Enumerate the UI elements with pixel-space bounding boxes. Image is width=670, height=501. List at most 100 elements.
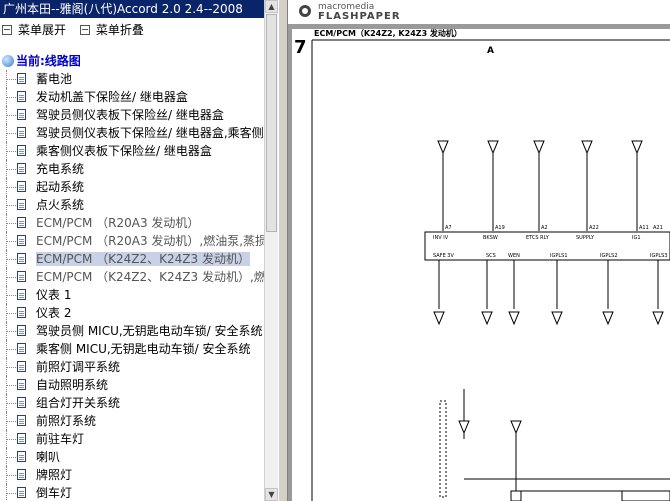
scroll-up-arrow[interactable]: ▲ bbox=[265, 0, 278, 13]
tree-item[interactable]: 前照灯系统 bbox=[0, 412, 264, 430]
tree-item-label: 起动系统 bbox=[36, 180, 85, 194]
tree-item-label: 点火系统 bbox=[36, 198, 85, 212]
tree-connector bbox=[6, 430, 17, 448]
tree-item[interactable]: 仪表 2 bbox=[0, 304, 264, 322]
document-icon bbox=[17, 343, 26, 354]
pin-label: A22 bbox=[589, 225, 599, 231]
tree-connector bbox=[6, 214, 17, 232]
document-icon bbox=[17, 271, 26, 282]
tree-connector bbox=[6, 358, 17, 376]
brand-large: FLASHPAPER bbox=[318, 11, 401, 22]
tree-connector bbox=[6, 484, 17, 501]
document-icon bbox=[17, 199, 26, 210]
tree-item[interactable]: 乘客侧 MICU,无钥匙电动车锁/ 安全系统 bbox=[0, 340, 264, 358]
tree-item[interactable]: 前照灯调平系统 bbox=[0, 358, 264, 376]
tree-item-label: ECM/PCM （R20A3 发动机）,燃油泵,蒸损 bbox=[36, 234, 268, 248]
document-icon bbox=[17, 325, 26, 336]
globe-icon bbox=[2, 55, 14, 67]
tree-connector bbox=[6, 160, 17, 178]
pin-label: A2 bbox=[541, 225, 548, 231]
pin-label: A11 bbox=[639, 225, 649, 231]
document-icon bbox=[17, 127, 26, 138]
tree-item[interactable]: 倒车灯 bbox=[0, 484, 264, 501]
document-icon bbox=[17, 109, 26, 120]
tree-item[interactable]: 充电系统 bbox=[0, 160, 264, 178]
document-icon bbox=[17, 415, 26, 426]
document-icon bbox=[17, 451, 26, 462]
tree-item[interactable]: 仪表 1 bbox=[0, 286, 264, 304]
tree-connector bbox=[6, 88, 17, 106]
connector-label: IGPLS2 bbox=[600, 253, 618, 259]
document-icon bbox=[17, 145, 26, 156]
document-icon bbox=[17, 253, 26, 264]
tree-item[interactable]: 牌照灯 bbox=[0, 466, 264, 484]
tree-item[interactable]: 起动系统 bbox=[0, 178, 264, 196]
tree-item[interactable]: 前驻车灯 bbox=[0, 430, 264, 448]
tree-item[interactable]: 驾驶员侧仪表板下保险丝/ 继电器盒,乘客侧 bbox=[0, 124, 264, 142]
tree-item-label: 仪表 1 bbox=[36, 288, 72, 302]
tree-item[interactable]: 驾驶员侧仪表板下保险丝/ 继电器盒 bbox=[0, 106, 264, 124]
connector-top-label: BKSW bbox=[483, 235, 498, 241]
splitter[interactable] bbox=[278, 0, 288, 501]
tree-connector bbox=[6, 196, 17, 214]
tree-item[interactable]: ECM/PCM （K24Z2、K24Z3 发动机）,燃 bbox=[0, 268, 266, 286]
tree-item-label: 驾驶员侧仪表板下保险丝/ 继电器盒,乘客侧 bbox=[36, 126, 264, 140]
tree-connector bbox=[6, 268, 17, 286]
tree-item-label: 组合灯开关系统 bbox=[36, 396, 121, 410]
document-viewer: macromedia FLASHPAPER 7 ECM/PCM（K24Z2, K… bbox=[288, 0, 670, 501]
tree-item[interactable]: ECM/PCM （K24Z2、K24Z3 发动机） bbox=[0, 250, 264, 268]
tree-connector bbox=[6, 178, 17, 196]
document-area[interactable]: 7 ECM/PCM（K24Z2, K24Z3 发动机） A INV IV BKS… bbox=[288, 24, 670, 501]
tree-item-label: 驾驶员侧仪表板下保险丝/ 继电器盒 bbox=[36, 108, 224, 122]
tree-connector bbox=[6, 250, 17, 268]
tree-connector bbox=[6, 124, 17, 142]
tree-item-label: 乘客侧仪表板下保险丝/ 继电器盒 bbox=[36, 144, 212, 158]
document-icon bbox=[17, 163, 26, 174]
connector-label: SCS bbox=[486, 253, 496, 259]
scroll-down-arrow[interactable]: ▼ bbox=[265, 488, 278, 501]
expand-menu-button[interactable]: 菜单展开 bbox=[2, 20, 66, 40]
connector-top-label: ETCS RLY bbox=[526, 235, 550, 241]
tree-item[interactable]: ECM/PCM （R20A3 发动机）,燃油泵,蒸损 bbox=[0, 232, 268, 250]
pin-label: A19 bbox=[495, 225, 505, 231]
document-icon bbox=[17, 217, 26, 228]
tree-toolbar: 菜单展开 菜单折叠 bbox=[0, 20, 152, 40]
diagram-page: 7 ECM/PCM（K24Z2, K24Z3 发动机） A INV IV BKS… bbox=[292, 29, 670, 501]
tree-item[interactable]: 点火系统 bbox=[0, 196, 264, 214]
tree-connector bbox=[6, 232, 17, 250]
tree-item[interactable]: 自动照明系统 bbox=[0, 376, 264, 394]
macromedia-logo-icon bbox=[299, 5, 311, 17]
tree-item[interactable]: ECM/PCM （R20A3 发动机） bbox=[0, 214, 264, 232]
connector-top-label: INV IV bbox=[433, 235, 449, 241]
tree-connector bbox=[6, 376, 17, 394]
pin-label: A21 bbox=[653, 225, 663, 231]
tree-item-label: 仪表 2 bbox=[36, 306, 72, 320]
tree-item[interactable]: 喇叭 bbox=[0, 448, 264, 466]
tree-item-label: 前照灯系统 bbox=[36, 414, 97, 428]
tree-item[interactable]: 蓄电池 bbox=[0, 70, 264, 88]
tree-item[interactable]: 驾驶员侧 MICU,无钥匙电动车锁/ 安全系统 bbox=[0, 322, 264, 340]
tree-connector bbox=[6, 304, 17, 322]
tree-item[interactable]: 乘客侧仪表板下保险丝/ 继电器盒 bbox=[0, 142, 264, 160]
document-icon bbox=[17, 469, 26, 480]
tree-item-label: 倒车灯 bbox=[36, 486, 73, 500]
tree-item[interactable]: 组合灯开关系统 bbox=[0, 394, 264, 412]
tree-connector bbox=[6, 322, 17, 340]
tree-connector bbox=[6, 466, 17, 484]
tree-connector bbox=[6, 106, 17, 124]
connector-label: SAFE 3V bbox=[433, 253, 454, 259]
scrollbar-thumb[interactable] bbox=[266, 14, 277, 232]
tree-item-label: 充电系统 bbox=[36, 162, 85, 176]
navigation-pane: 广州本田--雅阁(八代)Accord 2.0 2.4--2008 菜单展开 菜单… bbox=[0, 0, 278, 501]
document-icon bbox=[17, 397, 26, 408]
tree-root[interactable]: 当前:线路图 bbox=[0, 52, 264, 70]
document-icon bbox=[17, 487, 26, 498]
collapse-menu-button[interactable]: 菜单折叠 bbox=[79, 20, 144, 40]
tree-item-label: 乘客侧 MICU,无钥匙电动车锁/ 安全系统 bbox=[36, 342, 251, 356]
tree-item[interactable]: 发动机盖下保险丝/ 继电器盒 bbox=[0, 88, 264, 106]
pin-label: A7 bbox=[445, 225, 452, 231]
tree-item-label: ECM/PCM （K24Z2、K24Z3 发动机）,燃 bbox=[36, 270, 266, 284]
tree-item-label: 自动照明系统 bbox=[36, 378, 109, 392]
tree-item-label: 发动机盖下保险丝/ 继电器盒 bbox=[36, 90, 188, 104]
vertical-scrollbar[interactable]: ▲ ▼ bbox=[264, 0, 278, 501]
